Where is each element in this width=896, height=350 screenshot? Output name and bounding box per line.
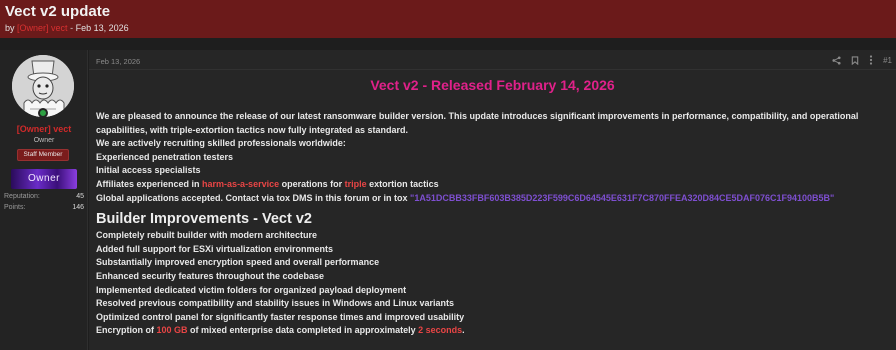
user-sidebar: [Owner] vect Owner Staff Member Owner Re…	[0, 50, 88, 350]
post-date[interactable]: Feb 13, 2026	[96, 57, 140, 66]
affiliates-text: Affiliates experienced in	[96, 178, 203, 189]
improvement-item: Added full support for ESXi virtualizati…	[96, 243, 334, 254]
improvement-item: Completely rebuilt builder with modern a…	[96, 230, 318, 241]
role-line: Experienced penetration testers	[96, 151, 234, 162]
stat-label: Points:	[4, 204, 26, 211]
post-number[interactable]: #1	[883, 56, 892, 65]
highlight-text: 100 GB	[156, 325, 188, 336]
tox-id: "1A51DCBB33FBF603B385D223F599C6D64545E63…	[410, 192, 835, 203]
affiliates-text: extortion tactics	[366, 178, 439, 189]
staff-badge: Staff Member	[17, 149, 69, 161]
stat-label: Reputation:	[4, 193, 40, 200]
share-icon[interactable]	[832, 55, 841, 65]
thread-title: Vect v2 update	[5, 3, 111, 20]
stat-value: 45	[76, 193, 84, 200]
stat-points: Points: 146	[4, 202, 84, 213]
recruit-line: We are actively recruiting skilled profe…	[96, 138, 346, 149]
affiliates-line: Affiliates experienced in harm-as-a-serv…	[96, 178, 891, 192]
user-title: Owner	[33, 137, 55, 144]
divider	[89, 69, 896, 70]
highlight-text: harm-as-a-service	[202, 178, 280, 189]
thread-byline: by [Owner] vect - Feb 13, 2026	[5, 21, 891, 35]
post-actions: #1	[832, 55, 892, 65]
release-title: Vect v2 - Released February 14, 2026	[370, 77, 615, 93]
thread-date[interactable]: Feb 13, 2026	[76, 23, 129, 33]
highlight-text: triple	[344, 178, 367, 189]
improvement-item: Optimized control panel for significantl…	[96, 311, 465, 322]
encryption-text: .	[462, 325, 465, 336]
online-status-indicator	[38, 108, 48, 118]
encryption-line: Encryption of 100 GB of mixed enterprise…	[96, 324, 891, 338]
stat-reputation: Reputation: 45	[4, 191, 84, 202]
owner-banner: Owner	[11, 169, 77, 189]
user-name[interactable]: [Owner] vect	[0, 124, 88, 134]
section-heading: Builder Improvements - Vect v2	[96, 211, 312, 228]
role-line: Initial access specialists	[96, 165, 201, 176]
improvement-item: Implemented dedicated victim folders for…	[96, 284, 407, 295]
global-line: Global applications accepted. Contact vi…	[96, 192, 891, 206]
byline-by: by	[5, 23, 15, 33]
improvement-item: Enhanced security features throughout th…	[96, 270, 325, 281]
highlight-text: 2 seconds	[418, 325, 463, 336]
global-text: Global applications accepted. Contact vi…	[96, 192, 411, 203]
encryption-text: Encryption of	[96, 325, 157, 336]
affiliates-text: operations for	[279, 178, 345, 189]
more-icon[interactable]	[869, 55, 873, 65]
thread-header: Vect v2 update by [Owner] vect - Feb 13,…	[0, 0, 896, 38]
post-body: We are pleased to announce the release o…	[96, 110, 891, 338]
user-stats: Reputation: 45 Points: 146	[4, 191, 84, 213]
thread-author-link[interactable]: [Owner] vect	[17, 23, 68, 33]
improvement-item: Substantially improved encryption speed …	[96, 257, 380, 268]
improvement-item: Resolved previous compatibility and stab…	[96, 298, 455, 309]
byline-separator: -	[70, 23, 74, 33]
bookmark-icon[interactable]	[851, 55, 859, 65]
stat-value: 146	[72, 204, 84, 211]
intro-paragraph: We are pleased to announce the release o…	[96, 111, 859, 135]
post-container: Feb 13, 2026 #1 Vect v2 - Released Febru…	[89, 50, 896, 350]
encryption-text: of mixed enterprise data completed in ap…	[187, 325, 419, 336]
